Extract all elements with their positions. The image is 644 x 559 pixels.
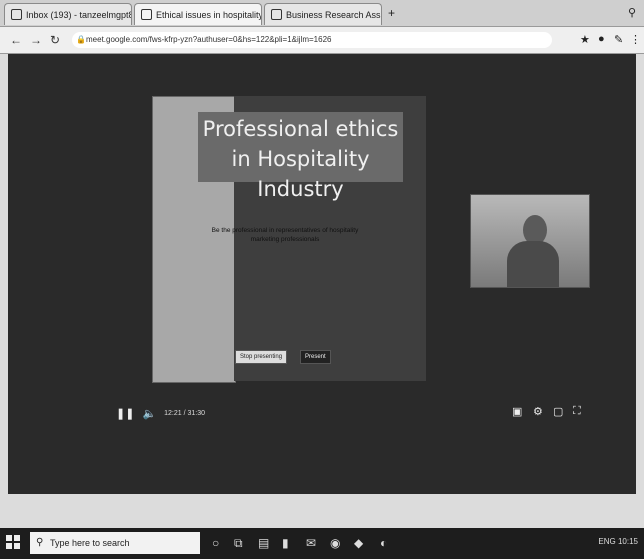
tab-business-research[interactable]: Business Research Assign × — [264, 3, 382, 25]
url-text: meet.google.com/fws-kfrp-yzn?authuser=0&… — [86, 35, 332, 44]
player-controls: ❚❚ 🔈 12:21 / 31:30 — [116, 405, 205, 421]
windows-start-icon[interactable] — [6, 535, 20, 549]
window-minimize-icon[interactable]: ⚲ — [628, 6, 636, 19]
fullscreen-icon[interactable]: ⛶ — [573, 405, 581, 418]
mail-icon[interactable]: ✉ — [306, 536, 316, 550]
windows-taskbar: ⚲ Type here to search ○ ⧉ ▤ ▮ ✉ ◉ ◆ ◐ EN… — [0, 528, 644, 559]
task-view-icon[interactable]: ⧉ — [234, 536, 243, 551]
forward-icon[interactable]: → — [30, 33, 42, 47]
lock-icon: 🔒 — [76, 35, 86, 44]
app-icon[interactable]: ◐ — [380, 536, 387, 550]
address-bar-row: ← → ↻ 🔒 meet.google.com/fws-kfrp-yzn?aut… — [0, 27, 644, 54]
url-field[interactable]: 🔒 meet.google.com/fws-kfrp-yzn?authuser=… — [72, 32, 552, 48]
playback-time: 12:21 / 31:30 — [164, 409, 206, 417]
tab-inbox[interactable]: Inbox (193) - tanzeelmgpt8@ × — [4, 3, 132, 25]
taskbar-search-box[interactable]: ⚲ Type here to search — [30, 532, 200, 554]
search-icon: ⚲ — [36, 537, 44, 548]
app-icon[interactable]: ◆ — [354, 536, 363, 550]
system-tray: ENG 10:15 — [598, 537, 638, 546]
present-button[interactable]: Present — [300, 350, 331, 364]
cortana-icon[interactable]: ○ — [212, 536, 219, 550]
chrome-icon[interactable]: ◉ — [330, 536, 340, 550]
slide-subtitle-line-1: Be the professional in representatives o… — [211, 227, 359, 234]
reload-icon[interactable]: ↻ — [50, 33, 60, 47]
pause-icon[interactable]: ❚❚ — [116, 407, 134, 420]
search-placeholder: Type here to search — [50, 538, 130, 548]
tab-label: Business Research Assign — [286, 9, 382, 20]
slide-subtitle-line-2: marketing professionals — [250, 236, 320, 243]
store-icon[interactable]: ▤ — [258, 536, 269, 550]
back-icon[interactable]: ← — [10, 33, 22, 47]
captions-icon[interactable]: ▣ — [512, 405, 522, 418]
theater-mode-icon[interactable]: ▢ — [553, 405, 563, 418]
document-icon — [271, 9, 282, 20]
tab-label: Inbox (193) - tanzeelmgpt8@ — [26, 9, 132, 20]
volume-icon[interactable]: 🔈 — [142, 407, 156, 420]
slide-title-line-2: in Hospitality Industry — [231, 147, 370, 201]
browser-tab-bar: Inbox (193) - tanzeelmgpt8@ × Ethical is… — [0, 0, 644, 27]
tab-ethical-issues[interactable]: Ethical issues in hospitality × — [134, 3, 262, 25]
menu-icon[interactable]: ⋮ — [630, 33, 641, 46]
star-icon[interactable]: ★ — [580, 33, 590, 46]
slide-subtitle: Be the professional in representatives o… — [185, 226, 385, 244]
participant-body — [507, 241, 559, 287]
slide-title-line-1: Professional ethics — [202, 117, 399, 141]
profile-icon[interactable]: ● — [598, 33, 605, 45]
extension-icon[interactable]: ✎ — [614, 33, 623, 46]
settings-icon[interactable]: ⚙ — [533, 405, 543, 418]
document-icon — [141, 9, 152, 20]
webcam-thumbnail[interactable] — [470, 194, 590, 288]
slide-title: Professional ethics in Hospitality Indus… — [198, 114, 403, 204]
file-explorer-icon[interactable]: ▮ — [282, 536, 289, 550]
stop-presenting-button[interactable]: Stop presenting — [235, 350, 288, 364]
tab-label: Ethical issues in hospitality — [156, 9, 262, 20]
mail-icon — [11, 9, 22, 20]
new-tab-button[interactable]: + — [388, 6, 395, 20]
